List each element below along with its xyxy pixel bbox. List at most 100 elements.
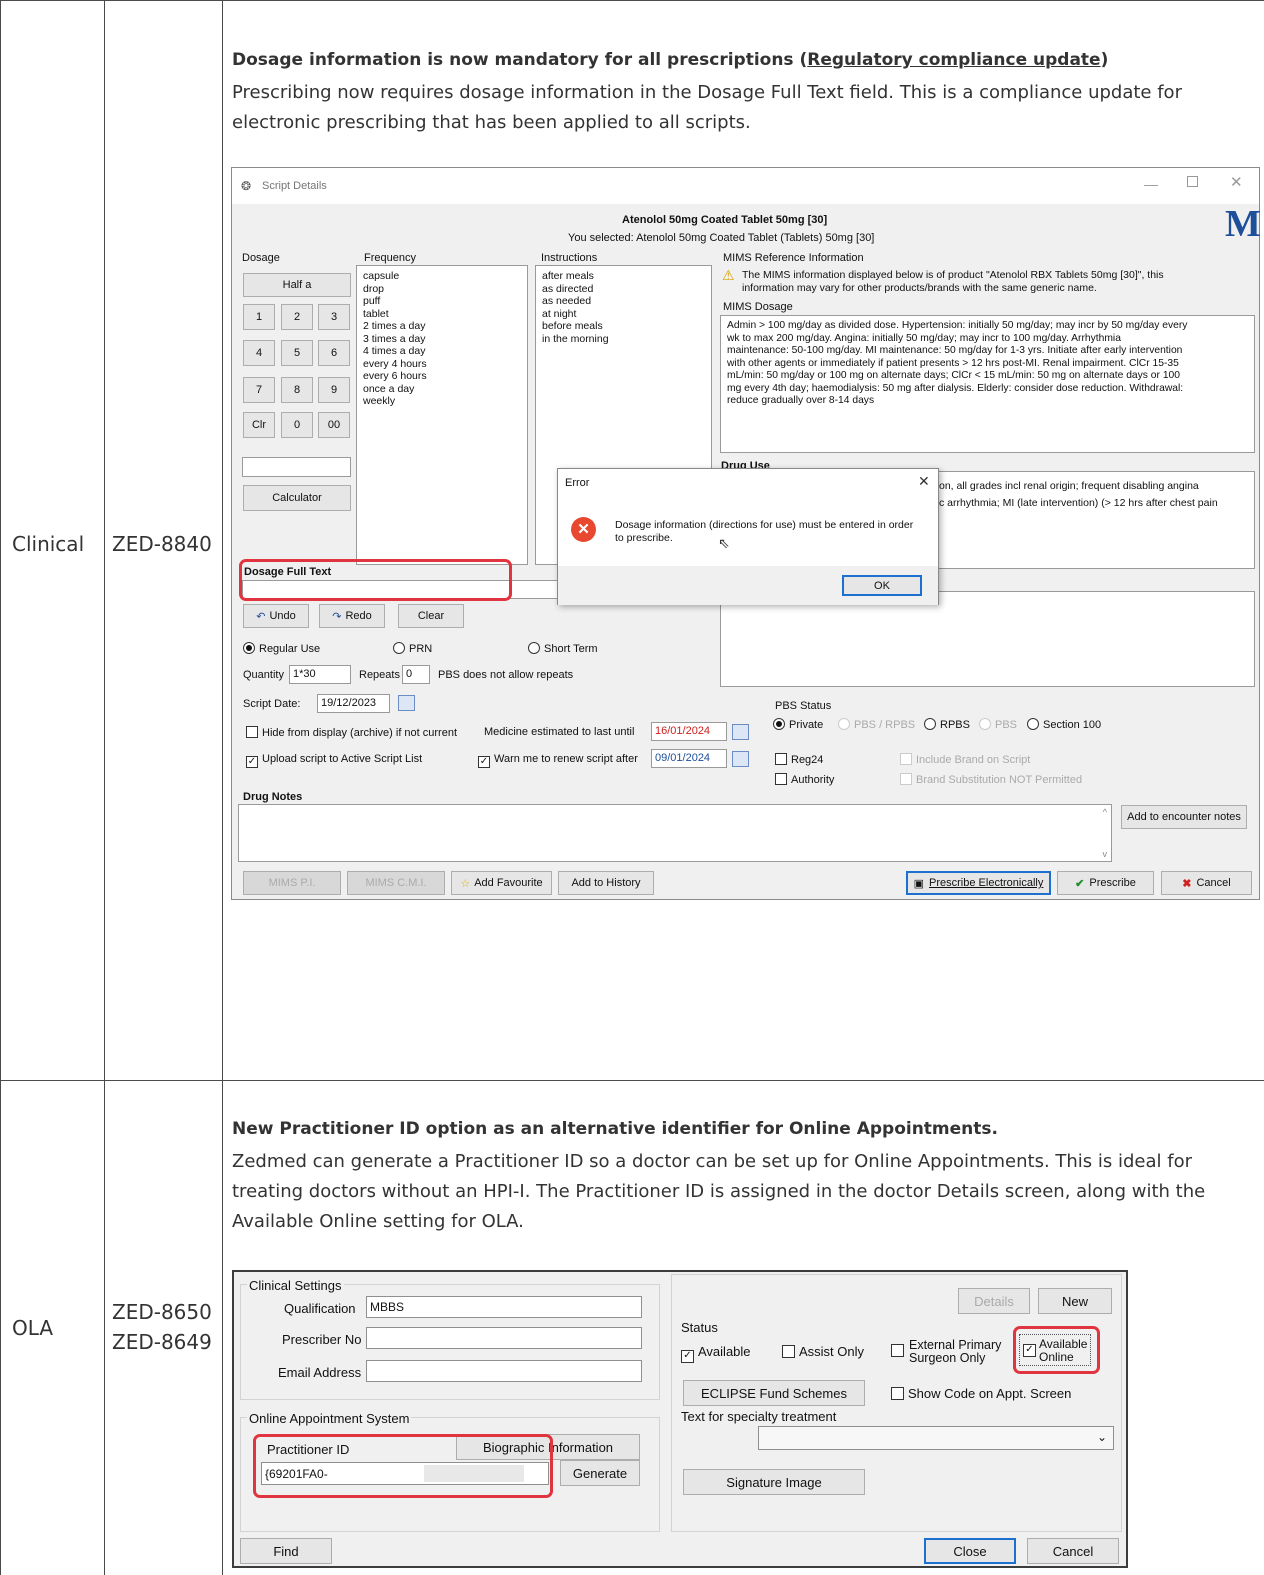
close-icon[interactable]: ✕	[918, 473, 930, 490]
warn-renew-input[interactable]: 09/01/2024	[651, 749, 727, 768]
half-button[interactable]: Half a	[243, 273, 351, 297]
drug-notes-input[interactable]: ^ v	[238, 804, 1112, 862]
maximize-icon[interactable]	[1187, 176, 1198, 187]
list-item[interactable]: after meals	[542, 270, 705, 283]
eclipse-fund-button[interactable]: ECLIPSE Fund Schemes	[683, 1380, 865, 1406]
keypad-8[interactable]: 8	[281, 377, 313, 403]
assist-only-checkbox[interactable]: Assist Only	[782, 1344, 864, 1359]
calendar-icon[interactable]	[398, 695, 415, 711]
prn-radio[interactable]: PRN	[393, 642, 432, 655]
error-title: Error	[565, 477, 590, 489]
list-item[interactable]: as directed	[542, 283, 705, 296]
list-item[interactable]: drop	[363, 283, 521, 296]
keypad-clear[interactable]: Clr	[243, 412, 275, 438]
radio-label: Short Term	[544, 643, 598, 655]
script-date-input[interactable]: 19/12/2023	[317, 694, 390, 713]
pbs-private-radio[interactable]: Private	[773, 718, 823, 731]
brand-sub-checkbox[interactable]: Brand Substitution NOT Permitted	[900, 773, 1082, 786]
list-item[interactable]: once a day	[363, 383, 521, 396]
keypad-9[interactable]: 9	[318, 377, 350, 403]
keypad-3[interactable]: 3	[318, 304, 350, 330]
keypad-4[interactable]: 4	[243, 340, 275, 366]
authority-checkbox[interactable]: Authority	[775, 773, 834, 786]
pbs-radio[interactable]: PBS	[979, 718, 1017, 731]
rpbs-radio[interactable]: RPBS	[924, 718, 970, 731]
close-button[interactable]: Close	[924, 1538, 1016, 1564]
email-input[interactable]	[366, 1360, 642, 1382]
checkbox-icon	[900, 753, 912, 765]
ok-button[interactable]: OK	[842, 575, 922, 596]
repeats-input[interactable]: 0	[402, 665, 430, 684]
keypad-6[interactable]: 6	[318, 340, 350, 366]
redo-button[interactable]: ↷ Redo	[319, 604, 385, 628]
cancel-button[interactable]: ✖ Cancel	[1161, 871, 1252, 895]
medicine-last-input[interactable]: 16/01/2024	[651, 722, 727, 741]
short-term-radio[interactable]: Short Term	[528, 642, 598, 655]
list-item[interactable]: weekly	[363, 395, 521, 408]
keypad-2[interactable]: 2	[281, 304, 313, 330]
checkbox-label: External Primary	[909, 1338, 1002, 1352]
list-item[interactable]: 4 times a day	[363, 345, 521, 358]
checkbox-icon	[782, 1345, 795, 1358]
screen-icon: ▣	[913, 877, 925, 890]
calendar-icon[interactable]	[732, 724, 749, 740]
list-item[interactable]: tablet	[363, 308, 521, 321]
dosage-input[interactable]	[242, 457, 351, 477]
scroll-down-icon[interactable]: v	[1103, 849, 1108, 859]
calendar-icon[interactable]	[732, 751, 749, 767]
keypad-0[interactable]: 0	[281, 412, 313, 438]
radio-icon	[838, 718, 850, 730]
mims-pi-button[interactable]: MIMS P.I.	[243, 871, 341, 895]
qualification-input[interactable]: MBBS	[366, 1296, 642, 1318]
list-item[interactable]: as needed	[542, 295, 705, 308]
signature-image-button[interactable]: Signature Image	[683, 1469, 865, 1495]
prescribe-electronically-button[interactable]: ▣ Prescribe Electronically	[906, 871, 1051, 895]
reg24-checkbox[interactable]: Reg24	[775, 753, 823, 766]
keypad-00[interactable]: 00	[318, 412, 350, 438]
list-item[interactable]: 3 times a day	[363, 333, 521, 346]
generate-button[interactable]: Generate	[560, 1460, 640, 1486]
details-button[interactable]: Details	[958, 1288, 1030, 1314]
list-item[interactable]: in the morning	[542, 333, 705, 346]
available-checkbox[interactable]: ✓ Available	[681, 1344, 751, 1363]
prescribe-button[interactable]: ✔ Prescribe	[1057, 871, 1154, 895]
specialty-select[interactable]: ⌄	[758, 1426, 1114, 1450]
new-button[interactable]: New	[1038, 1288, 1112, 1314]
keypad-7[interactable]: 7	[243, 377, 275, 403]
add-favourite-button[interactable]: ☆ Add Favourite	[451, 871, 552, 895]
add-encounter-notes-button[interactable]: Add to encounter notes	[1121, 805, 1247, 829]
include-brand-checkbox[interactable]: Include Brand on Script	[900, 753, 1030, 766]
window-title: Script Details	[262, 180, 327, 192]
clear-button[interactable]: Clear	[398, 604, 464, 628]
cancel-button[interactable]: Cancel	[1027, 1538, 1119, 1564]
list-item[interactable]: every 6 hours	[363, 370, 521, 383]
scroll-up-icon[interactable]: ^	[1103, 807, 1107, 817]
mims-cmi-button[interactable]: MIMS C.M.I.	[347, 871, 445, 895]
list-item[interactable]: puff	[363, 295, 521, 308]
list-item[interactable]: 2 times a day	[363, 320, 521, 333]
find-button[interactable]: Find	[240, 1538, 332, 1564]
upload-checkbox[interactable]: ✓ Upload script to Active Script List	[246, 753, 422, 768]
undo-button[interactable]: ↶ Undo	[243, 604, 309, 628]
list-item[interactable]: before meals	[542, 320, 705, 333]
frequency-list[interactable]: capsule drop puff tablet 2 times a day 3…	[356, 265, 528, 565]
calculator-button[interactable]: Calculator	[243, 485, 351, 511]
list-item[interactable]: every 4 hours	[363, 358, 521, 371]
keypad-5[interactable]: 5	[281, 340, 313, 366]
close-icon[interactable]: ✕	[1230, 173, 1243, 191]
list-item[interactable]: capsule	[363, 270, 521, 283]
pbs-rpbs-combo-radio[interactable]: PBS / RPBS	[838, 718, 915, 731]
section-100-radio[interactable]: Section 100	[1027, 718, 1101, 731]
add-to-history-button[interactable]: Add to History	[558, 871, 654, 895]
list-item[interactable]: at night	[542, 308, 705, 321]
prescriber-input[interactable]	[366, 1327, 642, 1349]
warn-renew-checkbox[interactable]: ✓ Warn me to renew script after	[478, 753, 638, 768]
show-code-checkbox[interactable]: Show Code on Appt. Screen	[891, 1386, 1071, 1401]
quantity-input[interactable]: 1*30	[289, 665, 351, 684]
keypad-1[interactable]: 1	[243, 304, 275, 330]
hide-archive-checkbox[interactable]: Hide from display (archive) if not curre…	[246, 726, 457, 739]
compliance-link[interactable]: Regulatory compliance update	[807, 50, 1100, 70]
table-border-top	[0, 0, 1264, 1]
regular-use-radio[interactable]: Regular Use	[243, 642, 320, 655]
minimize-icon[interactable]: —	[1144, 176, 1158, 192]
